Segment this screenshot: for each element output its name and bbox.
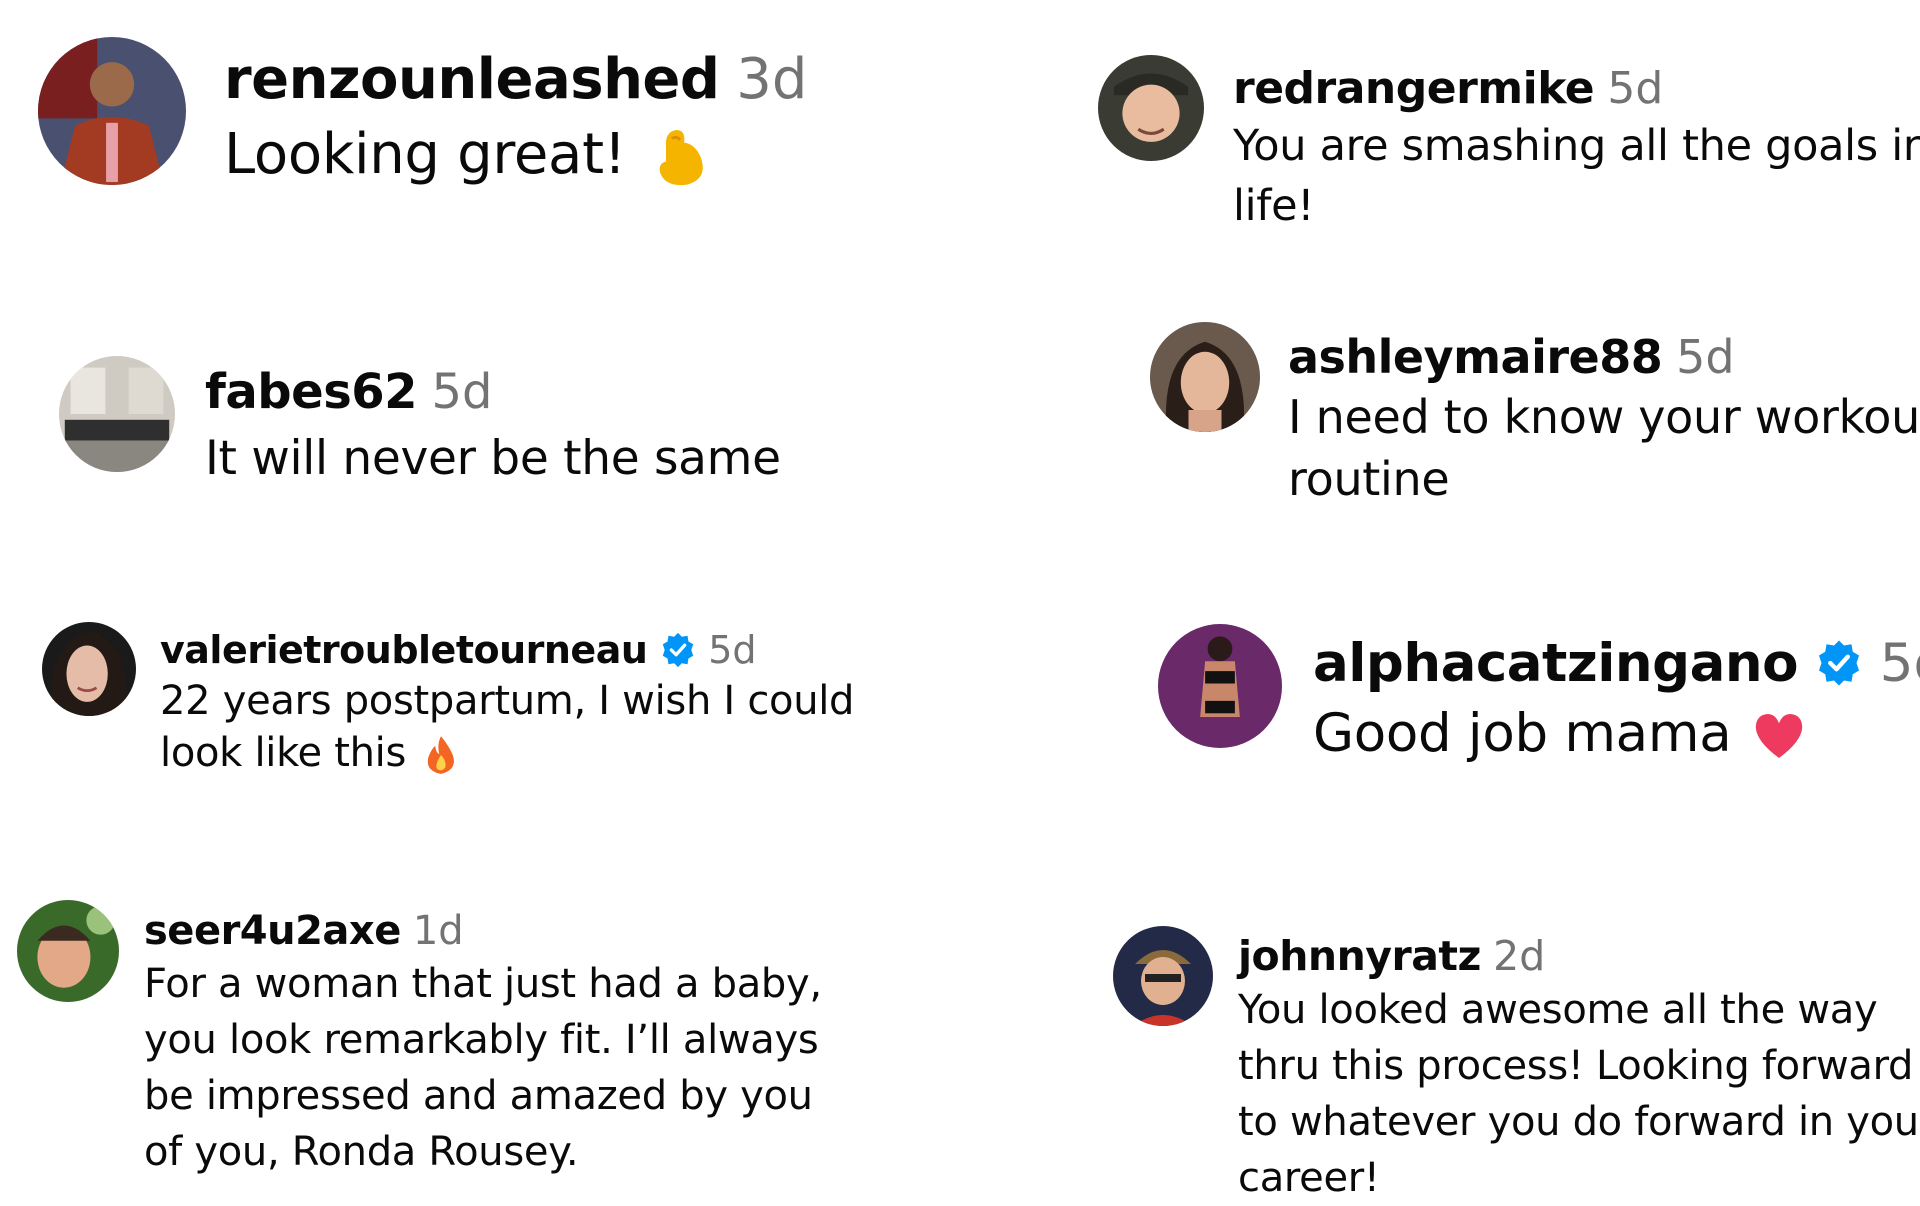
comment-text-line: I need to know your workout bbox=[1288, 390, 1920, 444]
avatar[interactable] bbox=[1113, 926, 1213, 1026]
avatar[interactable] bbox=[1150, 322, 1260, 432]
avatar[interactable] bbox=[38, 37, 186, 185]
comment-text-line: routine bbox=[1288, 452, 1450, 506]
avatar[interactable] bbox=[1158, 624, 1282, 748]
username[interactable]: valerietroubletourneau bbox=[160, 628, 648, 672]
timestamp[interactable]: 5d bbox=[1880, 633, 1920, 694]
comment-text-line: look like this bbox=[160, 730, 407, 776]
flexed-biceps-icon bbox=[645, 123, 715, 193]
username[interactable]: alphacatzingano bbox=[1313, 633, 1798, 694]
red-heart-icon bbox=[1750, 707, 1808, 765]
comment-text-line: to whatever you do forward in your bbox=[1238, 1099, 1920, 1145]
comment-text-line: You are smashing all the goals in bbox=[1233, 121, 1920, 171]
comment-text-line: life! bbox=[1233, 181, 1315, 231]
comment-text-line: career! bbox=[1238, 1155, 1380, 1201]
avatar[interactable] bbox=[1098, 55, 1204, 161]
comment-text: Looking great! bbox=[224, 122, 626, 187]
username[interactable]: redrangermike bbox=[1233, 63, 1595, 114]
comment-text-line: For a woman that just had a baby, bbox=[144, 961, 822, 1007]
username[interactable]: seer4u2axe bbox=[144, 908, 401, 954]
timestamp[interactable]: 5d bbox=[1676, 330, 1734, 384]
username[interactable]: johnnyratz bbox=[1238, 932, 1481, 980]
timestamp[interactable]: 1d bbox=[413, 908, 464, 954]
avatar[interactable] bbox=[42, 622, 136, 716]
fire-icon bbox=[420, 734, 462, 776]
comment-text-line: You looked awesome all the way bbox=[1238, 987, 1878, 1033]
comment-text-line: be impressed and amazed by you bbox=[144, 1073, 813, 1119]
timestamp[interactable]: 5d bbox=[431, 364, 492, 420]
timestamp[interactable]: 5d bbox=[708, 628, 756, 672]
username[interactable]: renzounleashed bbox=[224, 47, 720, 112]
comment-text-line: you look remarkably fit. I’ll always bbox=[144, 1017, 819, 1063]
comment-text: It will never be the same bbox=[205, 431, 781, 486]
timestamp[interactable]: 3d bbox=[736, 47, 807, 112]
username[interactable]: ashleymaire88 bbox=[1288, 330, 1663, 384]
avatar[interactable] bbox=[59, 356, 175, 472]
comment-text-line: 22 years postpartum, I wish I could bbox=[160, 678, 855, 724]
comment-text-line: of you, Ronda Rousey. bbox=[144, 1129, 579, 1175]
verified-badge-icon bbox=[659, 631, 697, 669]
verified-badge-icon bbox=[1814, 638, 1864, 688]
comment-text-line: thru this process! Looking forward bbox=[1238, 1043, 1914, 1089]
avatar[interactable] bbox=[17, 900, 119, 1002]
timestamp[interactable]: 5d bbox=[1607, 63, 1663, 114]
comment-text: Good job mama bbox=[1313, 703, 1732, 764]
username[interactable]: fabes62 bbox=[205, 364, 418, 420]
timestamp[interactable]: 2d bbox=[1493, 932, 1545, 980]
